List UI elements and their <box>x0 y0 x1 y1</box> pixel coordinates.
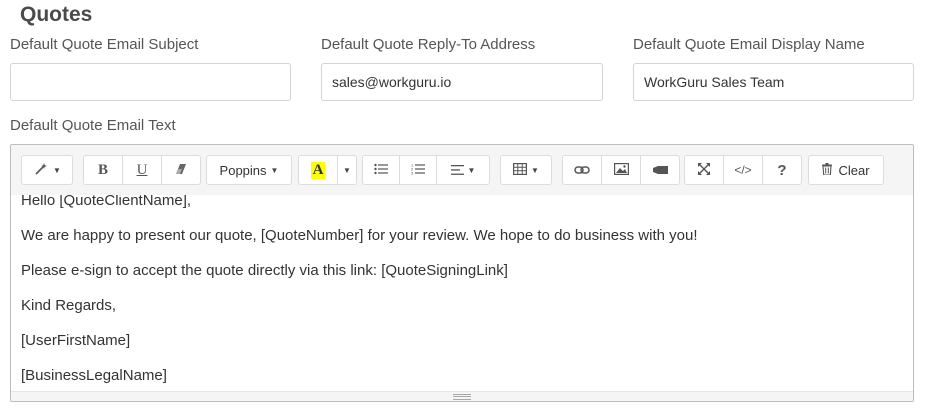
magic-wand-icon <box>33 161 49 180</box>
editor-toolbar: ▼ B U Poppins ▼ A ▼ 1 2 3 ▼ ▼ </> ? Clea… <box>11 145 913 195</box>
style-dropdown-button[interactable]: ▼ <box>21 155 73 185</box>
style-group: ▼ <box>21 155 73 185</box>
color-letter: A <box>310 161 326 179</box>
ordered-list-button[interactable]: 123 <box>399 155 437 185</box>
expand-icon <box>698 162 710 178</box>
chevron-down-icon: ▼ <box>53 165 61 175</box>
insert-video-button[interactable] <box>640 155 680 185</box>
font-name-group: Poppins ▼ <box>206 155 292 185</box>
align-left-icon <box>450 163 464 178</box>
subject-input[interactable] <box>10 63 291 101</box>
table-icon <box>513 162 528 178</box>
chevron-down-icon: ▼ <box>531 165 539 175</box>
clear-label: Clear <box>838 162 870 178</box>
eraser-icon <box>174 162 188 179</box>
font-family-dropdown[interactable]: Poppins ▼ <box>206 155 292 185</box>
code-view-button[interactable]: </> <box>723 155 763 185</box>
picture-icon <box>613 162 629 178</box>
table-dropdown-button[interactable]: ▼ <box>500 155 552 185</box>
reply-to-label: Default Quote Reply-To Address <box>321 36 536 53</box>
email-line: Hello [QuoteClientName], <box>21 195 192 209</box>
editor-content[interactable]: Hello [QuoteClientName], We are happy to… <box>11 195 913 393</box>
font-style-group: B U <box>83 155 201 185</box>
display-name-label: Default Quote Email Display Name <box>633 36 865 53</box>
clear-group: Clear <box>808 155 884 185</box>
editor-resize-handle[interactable] <box>11 391 913 401</box>
chevron-down-icon: ▼ <box>270 165 279 175</box>
view-group: </> ? <box>684 155 802 185</box>
email-line: [BusinessLegalName] <box>21 367 167 384</box>
fullscreen-button[interactable] <box>684 155 724 185</box>
list-ol-icon: 123 <box>411 162 425 178</box>
email-line: Please e-sign to accept the quote direct… <box>21 262 508 279</box>
link-icon <box>574 163 590 178</box>
table-group: ▼ <box>500 155 552 185</box>
section-title: Quotes <box>20 3 93 26</box>
rich-text-editor: ▼ B U Poppins ▼ A ▼ 1 2 3 ▼ ▼ </> ? Clea… <box>10 144 914 402</box>
text-color-button[interactable]: A <box>298 155 338 185</box>
clear-button[interactable]: Clear <box>808 155 884 185</box>
unordered-list-button[interactable] <box>362 155 400 185</box>
underline-button[interactable]: U <box>122 155 162 185</box>
email-text-label: Default Quote Email Text <box>10 117 176 134</box>
reply-to-input[interactable] <box>321 63 603 101</box>
email-line: Kind Regards, <box>21 297 117 314</box>
insert-picture-button[interactable] <box>601 155 641 185</box>
bold-button[interactable]: B <box>83 155 123 185</box>
help-button[interactable]: ? <box>762 155 802 185</box>
insert-link-button[interactable] <box>562 155 602 185</box>
trash-icon <box>822 162 833 178</box>
color-group: A ▼ <box>298 155 357 185</box>
subject-label: Default Quote Email Subject <box>10 36 199 53</box>
paragraph-group: 123 ▼ <box>362 155 490 185</box>
chevron-down-icon: ▼ <box>467 165 476 175</box>
email-line: [UserFirstName] <box>21 332 131 349</box>
email-line: We are happy to present our quote, [Quot… <box>21 227 698 244</box>
font-family-label: Poppins <box>219 162 267 178</box>
list-ul-icon <box>374 163 388 178</box>
chevron-down-icon: ▼ <box>343 165 351 175</box>
video-icon <box>652 163 668 178</box>
align-dropdown-button[interactable]: ▼ <box>436 155 490 185</box>
display-name-input[interactable] <box>633 63 914 101</box>
svg-text:3: 3 <box>411 170 414 175</box>
grip-icon <box>453 393 471 400</box>
clear-format-button[interactable] <box>161 155 201 185</box>
color-dropdown-button[interactable]: ▼ <box>337 155 357 185</box>
insert-group <box>562 155 680 185</box>
